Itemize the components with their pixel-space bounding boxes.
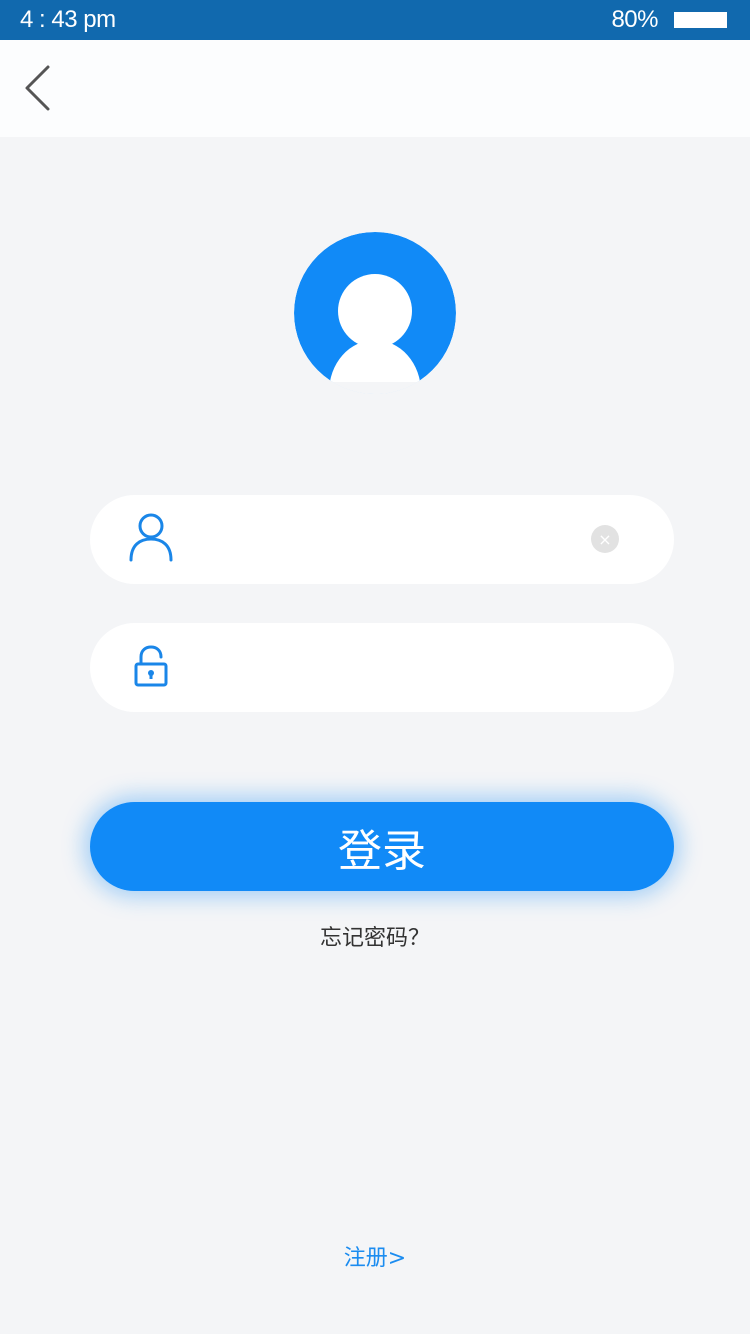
status-time: 4 : 43 pm bbox=[20, 6, 116, 33]
battery-percentage: 80% bbox=[611, 6, 658, 33]
username-field[interactable]: × bbox=[90, 495, 674, 584]
nav-bar bbox=[0, 40, 750, 137]
register-link[interactable]: 注册> bbox=[0, 1240, 750, 1272]
chevron-left-icon bbox=[25, 65, 50, 111]
user-icon bbox=[128, 513, 174, 563]
login-page: 4 : 43 pm 80% × 登录 忘记密码？ 注册> bbox=[0, 0, 750, 1334]
lock-icon bbox=[128, 641, 174, 691]
clear-icon[interactable]: × bbox=[591, 525, 619, 553]
status-bar: 4 : 43 pm 80% bbox=[0, 0, 750, 40]
username-input[interactable] bbox=[200, 495, 580, 584]
back-button[interactable] bbox=[12, 60, 62, 116]
forgot-password-link[interactable]: 忘记密码？ bbox=[0, 920, 750, 952]
login-button[interactable]: 登录 bbox=[90, 802, 674, 891]
user-avatar-icon bbox=[294, 232, 456, 394]
password-input[interactable] bbox=[200, 623, 580, 712]
avatar bbox=[294, 232, 456, 394]
battery-icon bbox=[674, 12, 727, 28]
password-field[interactable] bbox=[90, 623, 674, 712]
